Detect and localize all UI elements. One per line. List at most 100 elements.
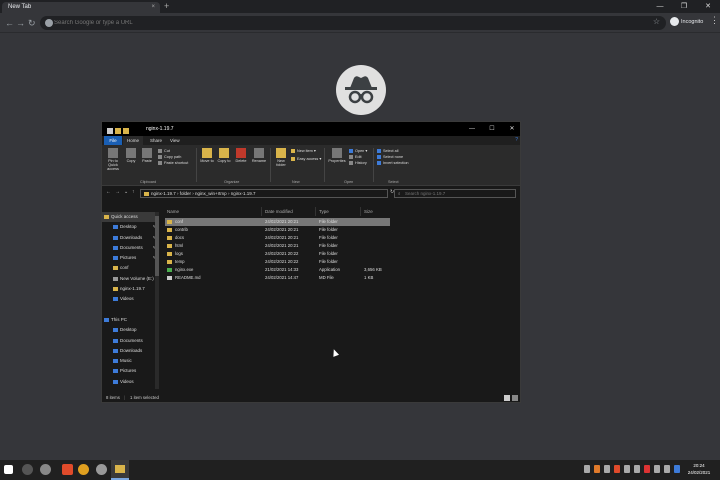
- nav-scrollbar[interactable]: [155, 212, 159, 389]
- nav-scroll-thumb[interactable]: [155, 216, 159, 276]
- start-icon[interactable]: [4, 465, 13, 474]
- search-input[interactable]: [405, 191, 505, 196]
- move-to-button[interactable]: Move to: [200, 148, 214, 163]
- chrome-icon[interactable]: [78, 464, 89, 475]
- column-name[interactable]: Name: [165, 207, 262, 216]
- copy-to-button[interactable]: Copy to: [217, 148, 231, 163]
- explorer-taskbar-button[interactable]: [111, 460, 129, 480]
- forward-icon[interactable]: →: [115, 189, 120, 195]
- easy-access-button[interactable]: Easy access ▾: [291, 157, 321, 162]
- network-icon[interactable]: [654, 465, 660, 473]
- forward-icon[interactable]: →: [16, 16, 25, 30]
- tray-app-icon[interactable]: [624, 465, 630, 473]
- file-row[interactable]: contrib 24/02/2021 20:21 File folder: [165, 226, 390, 234]
- file-row[interactable]: docs 24/02/2021 20:21 File folder: [165, 234, 390, 242]
- search-icon[interactable]: [22, 464, 33, 475]
- breadcrumb-folder[interactable]: folder: [180, 191, 191, 196]
- file-row[interactable]: conf 24/02/2021 20:21 File folder: [165, 218, 390, 226]
- delete-button[interactable]: Delete: [234, 148, 248, 163]
- tab-file[interactable]: File: [104, 136, 122, 145]
- bookmark-star-icon[interactable]: ☆: [653, 17, 660, 26]
- nav-item[interactable]: Quick access: [102, 212, 159, 223]
- recent-locations-icon[interactable]: ⌄: [124, 189, 128, 195]
- select-all-button[interactable]: Select all: [377, 149, 398, 154]
- settings-icon[interactable]: [96, 464, 107, 475]
- brave-icon[interactable]: [62, 464, 73, 475]
- cut-button[interactable]: Cut: [158, 149, 170, 154]
- nav-item[interactable]: This PC: [102, 315, 159, 325]
- nav-item[interactable]: Desktop: [102, 325, 159, 335]
- tray-app-icon[interactable]: [614, 465, 620, 473]
- back-icon[interactable]: ←: [106, 189, 111, 195]
- properties-qat-icon[interactable]: [115, 128, 121, 134]
- incognito-profile-button[interactable]: Incognito: [670, 16, 703, 29]
- chrome-menu-icon[interactable]: ⋮: [710, 15, 719, 26]
- tray-app-icon[interactable]: [604, 465, 610, 473]
- explorer-close-button[interactable]: ✕: [502, 122, 520, 136]
- nav-item[interactable]: Pictures✎: [102, 253, 159, 263]
- cortana-icon[interactable]: [40, 464, 51, 475]
- nav-item[interactable]: Music: [102, 356, 159, 366]
- tab-new-tab[interactable]: New Tab ×: [2, 2, 160, 13]
- rename-button[interactable]: Rename: [251, 148, 267, 163]
- file-row[interactable]: nginx.exe 21/02/2021 14:33 Application 3,65…: [165, 266, 390, 274]
- reload-icon[interactable]: ↻: [28, 16, 36, 30]
- nav-item[interactable]: Documents: [102, 336, 159, 346]
- nav-item[interactable]: Downloads✎: [102, 233, 159, 243]
- history-button[interactable]: History: [349, 161, 367, 166]
- tray-app-icon[interactable]: [584, 465, 590, 473]
- nav-item[interactable]: Videos: [102, 377, 159, 387]
- paste-button[interactable]: Paste: [140, 148, 154, 163]
- nav-item[interactable]: Documents✎: [102, 243, 159, 253]
- edit-button[interactable]: Edit: [349, 155, 362, 160]
- language-icon[interactable]: [674, 465, 680, 473]
- tab-home[interactable]: Home: [123, 136, 144, 145]
- back-icon[interactable]: ←: [5, 16, 14, 30]
- omnibox[interactable]: ☆: [40, 16, 666, 30]
- column-type[interactable]: Type: [317, 207, 361, 216]
- up-icon[interactable]: ↑: [132, 189, 135, 195]
- nav-item[interactable]: Videos: [102, 294, 159, 304]
- paste-shortcut-button[interactable]: Paste shortcut: [158, 161, 188, 166]
- nav-item[interactable]: Desktop✎: [102, 222, 159, 232]
- tray-app-icon[interactable]: [594, 465, 600, 473]
- nav-item[interactable]: New Volume (E:): [102, 274, 159, 284]
- tab-view[interactable]: View: [166, 136, 184, 145]
- breadcrumb-nginx-win-rtmp[interactable]: nginx_win+rtmp: [195, 191, 227, 196]
- minimize-button[interactable]: —: [648, 0, 672, 13]
- search-box[interactable]: ⌕: [394, 189, 516, 198]
- tab-share[interactable]: Share: [146, 136, 166, 145]
- volume-icon[interactable]: [664, 465, 670, 473]
- nav-item[interactable]: Local Disk (C:): [102, 387, 159, 389]
- tab-close-icon[interactable]: ×: [151, 2, 155, 13]
- select-none-button[interactable]: Select none: [377, 155, 403, 160]
- close-window-button[interactable]: ✕: [696, 0, 720, 13]
- nav-item[interactable]: nginx-1.19.7: [102, 284, 159, 294]
- omnibox-input[interactable]: [54, 16, 614, 30]
- explorer-maximize-button[interactable]: ☐: [482, 122, 502, 136]
- new-folder-qat-icon[interactable]: [123, 128, 129, 134]
- invert-selection-button[interactable]: Invert selection: [377, 161, 409, 166]
- tray-app-icon[interactable]: [644, 465, 650, 473]
- details-view-icon[interactable]: [504, 395, 510, 401]
- copy-button[interactable]: Copy: [125, 148, 137, 163]
- properties-button[interactable]: Properties: [327, 148, 347, 163]
- explorer-minimize-button[interactable]: —: [462, 122, 482, 136]
- column-date-modified[interactable]: Date modified: [263, 207, 316, 216]
- new-tab-button[interactable]: +: [164, 1, 169, 11]
- file-row[interactable]: html 24/02/2021 20:21 File folder: [165, 242, 390, 250]
- help-icon[interactable]: ?: [515, 136, 518, 145]
- restore-button[interactable]: ❐: [672, 0, 696, 13]
- pin-quick-access-button[interactable]: Pin to Quick access: [104, 148, 122, 172]
- nav-item[interactable]: Pictures: [102, 366, 159, 376]
- nav-item[interactable]: conf: [102, 263, 159, 273]
- nav-item[interactable]: Downloads: [102, 346, 159, 356]
- copy-path-button[interactable]: Copy path: [158, 155, 181, 160]
- new-item-button[interactable]: New item ▾: [291, 149, 316, 154]
- large-icons-view-icon[interactable]: [512, 395, 518, 401]
- breadcrumb-nginx[interactable]: nginx-1.19.7: [151, 191, 176, 196]
- address-bar[interactable]: nginx-1.19.7 › folder › nginx_win+rtmp ›…: [140, 189, 388, 198]
- file-row[interactable]: logs 24/02/2021 20:22 File folder: [165, 250, 390, 258]
- new-folder-button[interactable]: New folder: [273, 148, 289, 167]
- breadcrumb-nginx-current[interactable]: nginx-1.19.7: [231, 191, 256, 196]
